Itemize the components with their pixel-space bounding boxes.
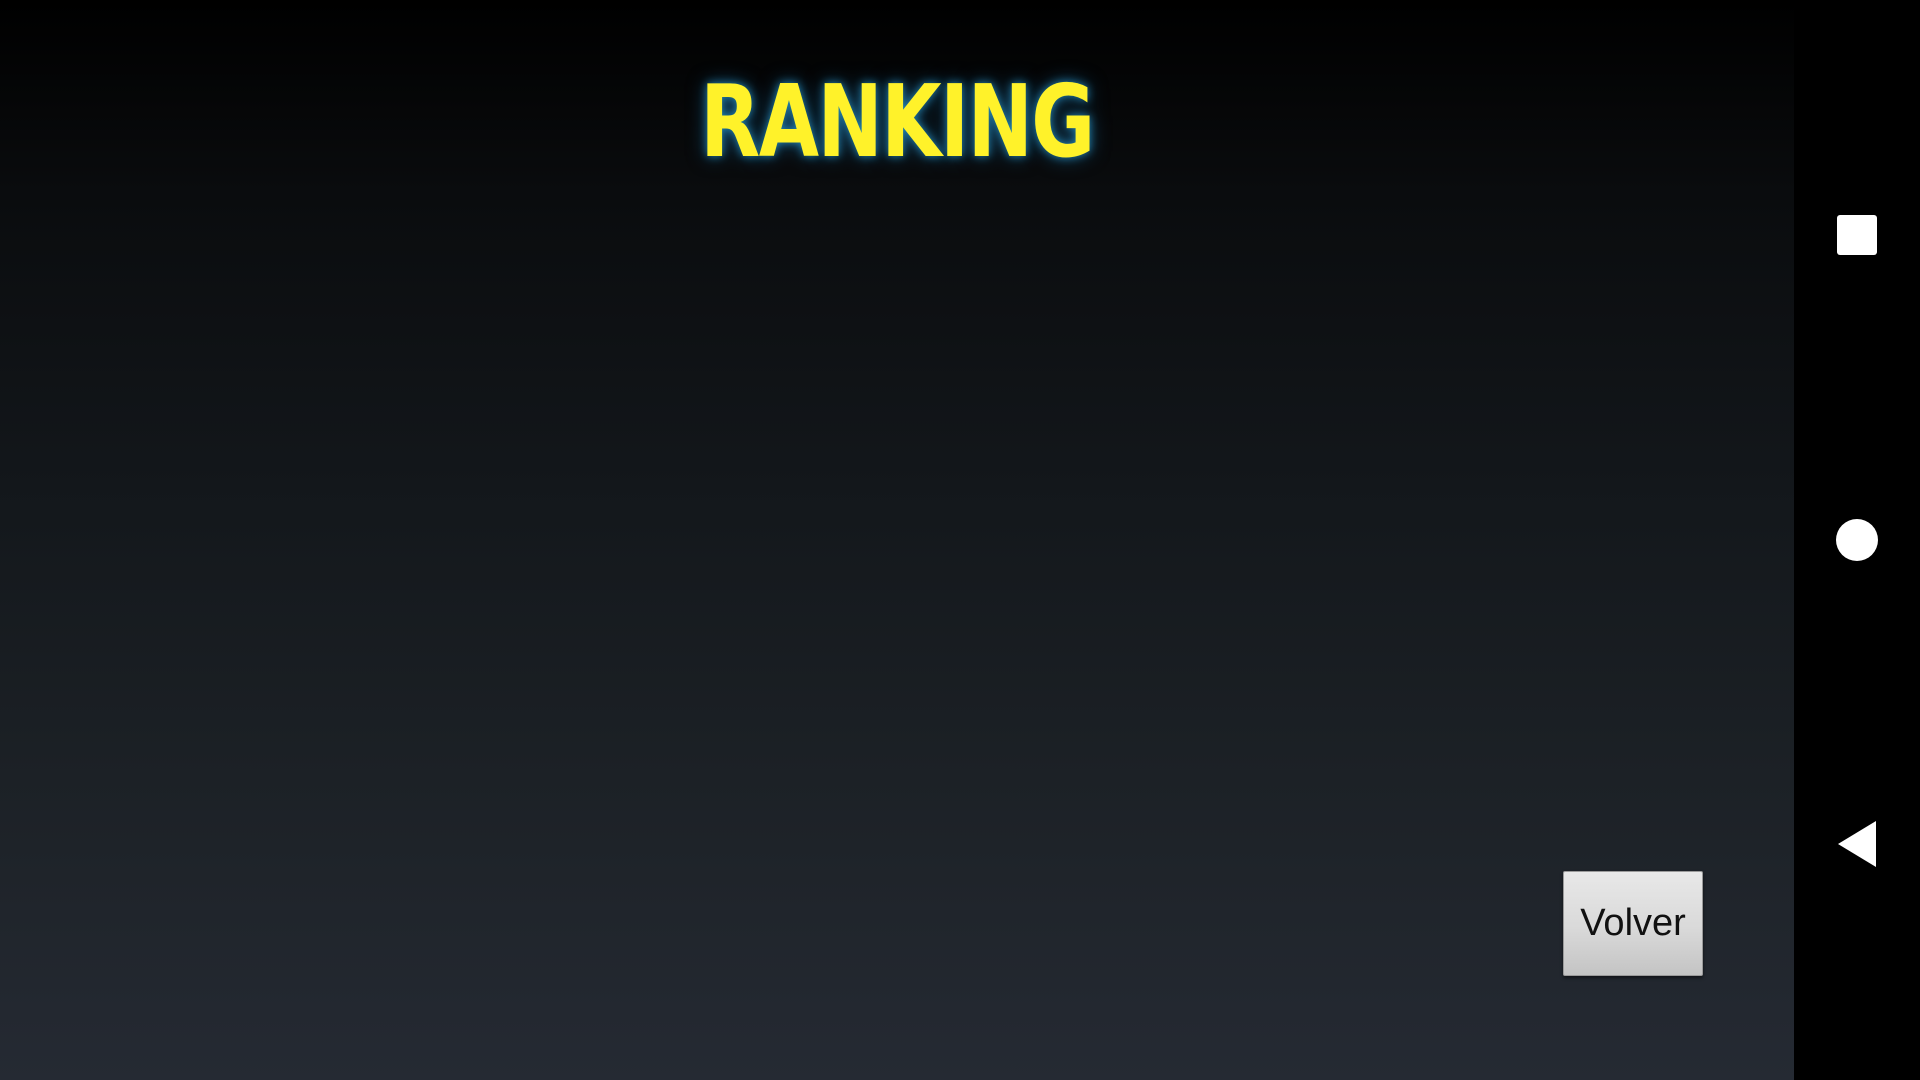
- page-title: RANKING: [700, 63, 1095, 180]
- system-navigation-bar: [1794, 0, 1920, 1080]
- recents-button[interactable]: [1794, 180, 1920, 290]
- screen: RANKING Volver: [0, 0, 1920, 1080]
- triangle-back-icon: [1838, 821, 1876, 867]
- home-button[interactable]: [1794, 485, 1920, 595]
- circle-icon: [1836, 519, 1878, 561]
- volver-button[interactable]: Volver: [1563, 871, 1703, 976]
- back-button[interactable]: [1794, 789, 1920, 899]
- square-icon: [1837, 215, 1877, 255]
- app-content-area: RANKING Volver: [0, 0, 1794, 1080]
